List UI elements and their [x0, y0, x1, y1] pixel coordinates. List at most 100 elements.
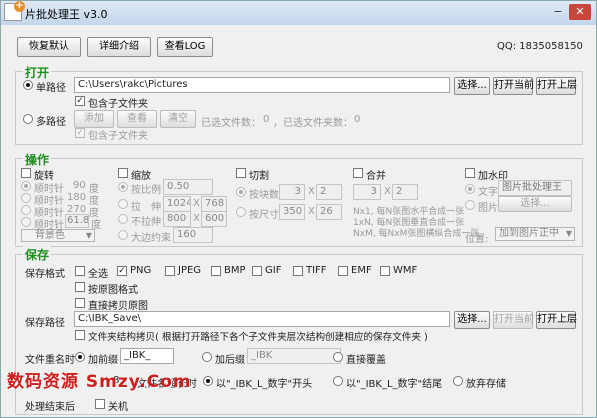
save-browse-button[interactable]: 选择... — [454, 311, 490, 329]
abandon-label: 放弃存储 — [466, 379, 506, 390]
prefix-radio[interactable] — [75, 352, 85, 362]
include-subfolders2-checkbox[interactable]: ✓ — [75, 128, 85, 138]
merge-x: X — [384, 186, 391, 197]
rotate-180-radio[interactable] — [21, 193, 31, 203]
single-path-label: 单路径 — [36, 83, 66, 94]
watermark-text-input[interactable]: 图片批处理王 — [498, 180, 572, 196]
watermark-text-radio[interactable] — [465, 184, 475, 194]
scale-ratio-radio[interactable] — [118, 182, 128, 192]
copy-folder-structure-checkbox[interactable] — [75, 330, 85, 340]
details-button[interactable]: 详细介绍 — [87, 37, 151, 57]
wmf-checkbox[interactable] — [380, 266, 390, 276]
prefix-input[interactable]: _IBK_ — [120, 348, 174, 364]
direct-copy-checkbox[interactable] — [75, 298, 85, 308]
single-path-radio[interactable] — [23, 80, 33, 90]
watermark-image-radio[interactable] — [465, 200, 475, 210]
save-open-parent-button[interactable]: 打开上层 — [536, 311, 577, 329]
original-format-checkbox[interactable] — [75, 282, 85, 292]
stretch-x: X — [193, 198, 200, 209]
no-stretch-radio[interactable] — [118, 214, 128, 224]
cut-blocks-radio[interactable] — [236, 187, 246, 197]
no-stretch-x: X — [193, 213, 200, 224]
watermark-choose-button[interactable]: 选择... — [498, 196, 572, 212]
add-watermark-checkbox[interactable] — [465, 168, 475, 178]
long-side-input[interactable]: 160 — [173, 227, 213, 243]
cut-size-w-input[interactable]: 350 — [279, 204, 305, 220]
bgcolor-select-value: 背景色 — [35, 230, 65, 241]
close-button[interactable]: ✕ — [569, 4, 591, 20]
stretch-width-input[interactable]: 1024 — [163, 196, 191, 212]
cut-size-x: X — [308, 206, 315, 217]
position-select-value: 加到图片正中 — [499, 228, 559, 239]
view-button[interactable]: 查看 — [117, 110, 157, 128]
cut-blocks-w-input[interactable]: 3 — [279, 184, 305, 200]
overwrite-radio[interactable] — [333, 352, 343, 362]
rotate-custom-radio[interactable] — [21, 217, 31, 227]
app-icon: + — [4, 1, 25, 21]
save-open-current-button[interactable]: 打开当前 — [493, 311, 534, 329]
abandon-radio[interactable] — [453, 376, 463, 386]
save-path-input[interactable]: C:\IBK_Save\ — [74, 311, 450, 327]
rotate-270-radio[interactable] — [21, 205, 31, 215]
jpeg-checkbox[interactable] — [165, 266, 175, 276]
cut-size-radio[interactable] — [236, 207, 246, 217]
rotate-checkbox[interactable] — [21, 168, 31, 178]
direct-copy-label: 直接拷贝原图 — [88, 301, 148, 312]
tiff-checkbox[interactable] — [293, 266, 303, 276]
minimize-button[interactable]: − — [549, 4, 567, 20]
scale-ratio-input[interactable]: 0.50 — [163, 179, 213, 195]
single-path-input[interactable]: C:\Users\rakc\Pictures — [74, 77, 450, 93]
view-log-button[interactable]: 查看LOG — [157, 37, 213, 57]
multi-path-label: 多路径 — [36, 117, 66, 128]
add-button[interactable]: 添加 — [74, 110, 114, 128]
bmp-label: BMP — [224, 265, 246, 276]
chevron-down-icon: ▼ — [565, 229, 572, 238]
emf-checkbox[interactable] — [338, 266, 348, 276]
select-all-checkbox[interactable] — [75, 266, 85, 276]
shutdown-checkbox[interactable] — [95, 399, 105, 409]
bmp-checkbox[interactable] — [211, 266, 221, 276]
open-browse-button[interactable]: 选择... — [454, 77, 490, 95]
long-name-prefix-label: 以"_IBK_L_数字"开头 — [216, 379, 313, 390]
long-name-suffix-radio[interactable] — [333, 376, 343, 386]
scale-checkbox[interactable] — [118, 168, 128, 178]
open-parent-button[interactable]: 打开上层 — [536, 77, 577, 95]
long-side-radio[interactable] — [118, 230, 128, 240]
gif-checkbox[interactable] — [252, 266, 262, 276]
cut-checkbox[interactable] — [236, 168, 246, 178]
suffix-input[interactable]: _IBK — [247, 348, 341, 364]
cut-blocks-h-input[interactable]: 2 — [316, 184, 342, 200]
multi-path-radio[interactable] — [23, 114, 33, 124]
overwrite-label: 直接覆盖 — [346, 355, 386, 366]
open-current-button[interactable]: 打开当前 — [493, 77, 534, 95]
no-stretch-width-input[interactable]: 800 — [163, 211, 191, 227]
long-name-prefix-radio[interactable] — [203, 376, 213, 386]
merge-h-input[interactable]: 2 — [392, 184, 418, 200]
restore-default-button[interactable]: 恢复默认 — [17, 37, 81, 57]
scale-ratio-label: 按比例 — [131, 185, 161, 196]
suffix-radio[interactable] — [202, 352, 212, 362]
png-checkbox[interactable]: ✓ — [117, 266, 127, 276]
merge-label: 合并 — [366, 171, 386, 182]
qq-label: QQ: 1835058150 — [497, 41, 583, 52]
merge-w-input[interactable]: 3 — [353, 184, 381, 200]
operations-section-title: 操作 — [23, 151, 52, 168]
prefix-label: 加前缀 — [88, 355, 118, 366]
save-format-label: 保存格式 — [25, 269, 65, 280]
stretch-height-input[interactable]: 768 — [201, 196, 227, 212]
no-stretch-height-input[interactable]: 600 — [201, 211, 227, 227]
bgcolor-select[interactable]: 背景色 ▼ — [21, 229, 95, 242]
rotate-90-value: 90 — [73, 180, 86, 191]
cut-blocks-x: X — [308, 186, 315, 197]
after-finish-label: 处理结束后 — [25, 402, 75, 413]
include-subfolders2-label: 包含子文件夹 — [88, 131, 148, 142]
merge-checkbox[interactable] — [353, 168, 363, 178]
rotate-custom-input[interactable]: 61.8 — [65, 214, 89, 228]
rotate-90-radio[interactable] — [21, 181, 31, 191]
wmf-label: WMF — [393, 265, 418, 276]
clear-button[interactable]: 清空 — [160, 110, 196, 128]
include-subfolders-checkbox[interactable]: ✓ — [75, 96, 85, 106]
cut-size-h-input[interactable]: 26 — [316, 204, 342, 220]
position-select[interactable]: 加到图片正中 ▼ — [495, 227, 575, 241]
stretch-radio[interactable] — [118, 199, 128, 209]
